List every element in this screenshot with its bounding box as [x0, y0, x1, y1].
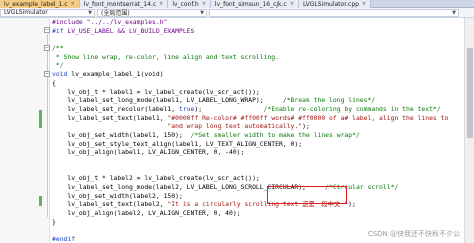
change-marker — [39, 196, 42, 206]
project-dropdown[interactable]: LVGLSimulator ▼ — [0, 8, 95, 17]
close-icon[interactable]: × — [202, 1, 206, 7]
code-line: lv_obj_align(label1, LV_ALIGN_CENTER, 0,… — [52, 148, 452, 157]
code-token: { — [52, 78, 56, 87]
scope-dropdown[interactable]: (全局范围) ▼ — [97, 8, 207, 17]
tab-4[interactable]: LVGLSimulator.cpp × — [298, 0, 372, 8]
scrollbar-thumb[interactable] — [467, 48, 473, 138]
editor-gutter: − − − — [0, 18, 50, 243]
code-line: lv_label_set_long_mode(label2, LV_LABEL_… — [52, 183, 452, 192]
code-token: /*Set smaller width to make the lines wr… — [190, 130, 360, 139]
code-token: true — [178, 104, 195, 113]
code-token: * Show line wrap, re-color, line align a… — [52, 52, 280, 61]
code-token: ); — [302, 122, 310, 131]
code-token: LV_USE_LABEL && LV_BUILD_EXAMPLES — [67, 26, 195, 35]
fold-toggle-icon[interactable]: − — [44, 45, 50, 51]
code-line: void lv_example_label_1(void) — [52, 70, 452, 79]
vertical-scrollbar[interactable] — [464, 18, 474, 243]
tab-1[interactable]: lv_font_montserrat_14.c × — [79, 0, 169, 8]
chevron-down-icon: ▼ — [88, 9, 92, 16]
chevron-down-icon: ▼ — [452, 9, 456, 16]
chevron-down-icon: ▼ — [200, 9, 204, 16]
code-token: lv_obj_align(label1, LV_ALIGN_CENTER, 0,… — [52, 148, 245, 157]
code-token: #if — [52, 26, 68, 35]
change-marker — [39, 110, 42, 128]
code-token: lv_obj_set_width(label2, 150); — [52, 191, 183, 200]
code-token: /*Enable re-coloring by commands in the … — [263, 104, 441, 113]
code-line: lv_label_set_long_mode(label1, LV_LABEL_… — [52, 96, 452, 105]
tab-2[interactable]: lv_conf.h × — [168, 0, 211, 8]
close-icon[interactable]: × — [71, 1, 75, 7]
tab-label: LVGLSimulator.cpp — [302, 0, 359, 8]
code-token: ); — [348, 200, 356, 209]
function-dropdown[interactable]: ▼ — [209, 8, 459, 17]
fold-guide-line — [47, 34, 48, 217]
code-line: } — [52, 218, 452, 227]
fold-toggle-icon[interactable]: − — [44, 71, 50, 77]
code-token: lv_obj_t * label2 = lv_label_create(lv_s… — [52, 174, 260, 183]
close-icon[interactable]: × — [290, 1, 294, 7]
code-token: #endif — [52, 235, 76, 243]
navigation-bar: LVGLSimulator ▼ (全局范围) ▼ ▼ — [0, 8, 474, 18]
code-line: lv_obj_align(label2, LV_ALIGN_CENTER, 0,… — [52, 209, 452, 218]
code-line: /** — [52, 44, 452, 53]
code-token: void — [52, 70, 72, 79]
code-token: lv_obj_align(label2, LV_ALIGN_CENTER, 0,… — [52, 209, 241, 218]
code-line: lv_obj_t * label1 = lv_label_create(lv_s… — [52, 88, 452, 97]
code-line: lv_obj_set_width(label1, 150); /*Set sma… — [52, 131, 452, 140]
code-line: * Show line wrap, re-color, line align a… — [52, 53, 452, 62]
watermark-text: CSDN @快我还不快秋不夕公 — [367, 230, 460, 238]
close-icon[interactable]: × — [159, 1, 163, 7]
code-token: lv_label_set_long_mode(label1, LV_LABEL_… — [52, 96, 283, 105]
close-icon[interactable]: × — [362, 1, 366, 7]
code-line: */ — [52, 61, 452, 70]
code-editor[interactable]: #include "../../lv_examples.h" #if LV_USE… — [52, 18, 452, 243]
editor-tab-bar: lv_example_label_1.c × lv_font_montserrat_… — [0, 0, 474, 8]
code-token: lv_label_set_text(label1, — [52, 113, 168, 122]
scope-dropdown-label: (全局范围) — [101, 10, 130, 17]
code-line: #include "../../lv_examples.h" — [52, 18, 452, 27]
project-dropdown-label: LVGLSimulator — [4, 9, 48, 16]
code-token: #include "../../lv_examples.h" — [52, 18, 168, 26]
highlight-annotation-box — [267, 186, 347, 204]
code-token: /*Break the long lines*/ — [282, 96, 376, 105]
code-line: lv_obj_set_style_text_align(label1, LV_T… — [52, 140, 452, 149]
code-token: lv_label_set_recolor(label1, — [52, 104, 179, 113]
tab-label: lv_example_label_1.c — [4, 0, 68, 8]
code-line: { — [52, 79, 452, 88]
tab-label: lv_conf.h — [172, 0, 199, 8]
tab-label: lv_font_simsun_16_cjk.c — [214, 0, 287, 8]
code-token: ); — [194, 104, 264, 113]
code-token: } — [52, 217, 56, 226]
code-token: lv_example_label_1(void) — [71, 70, 164, 79]
code-token: */ — [52, 61, 64, 70]
code-token: lv_obj_set_style_text_align(label1, LV_T… — [52, 139, 303, 148]
code-line: "and wrap long text automatically."); — [52, 122, 452, 131]
code-line: lv_obj_t * label2 = lv_label_create(lv_s… — [52, 174, 452, 183]
code-token: /** — [52, 44, 64, 53]
code-token: "and wrap long text automatically." — [52, 122, 303, 131]
code-line: lv_obj_set_width(label2, 150); — [52, 192, 452, 201]
code-token: lv_obj_t * label1 = lv_label_create(lv_s… — [52, 87, 260, 96]
tab-3[interactable]: lv_font_simsun_16_cjk.c × — [210, 0, 299, 8]
fold-toggle-icon[interactable]: − — [44, 27, 50, 33]
code-line: lv_label_set_text(label1, "#0000ff Re-co… — [52, 114, 452, 123]
code-token: "#0000ff Re-color# #ff00ff words# #ff000… — [167, 113, 449, 122]
code-token: lv_obj_set_width(label1, 150); — [52, 130, 191, 139]
tab-0[interactable]: lv_example_label_1.c × — [0, 0, 80, 8]
code-token: lv_label_set_text(label2, — [52, 200, 168, 209]
code-line: lv_label_set_text(label2, "It is a circu… — [52, 200, 452, 209]
code-line: lv_label_set_recolor(label1, true); /*En… — [52, 105, 452, 114]
tab-label: lv_font_montserrat_14.c — [83, 0, 157, 8]
code-line: #if LV_USE_LABEL && LV_BUILD_EXAMPLES — [52, 27, 452, 36]
